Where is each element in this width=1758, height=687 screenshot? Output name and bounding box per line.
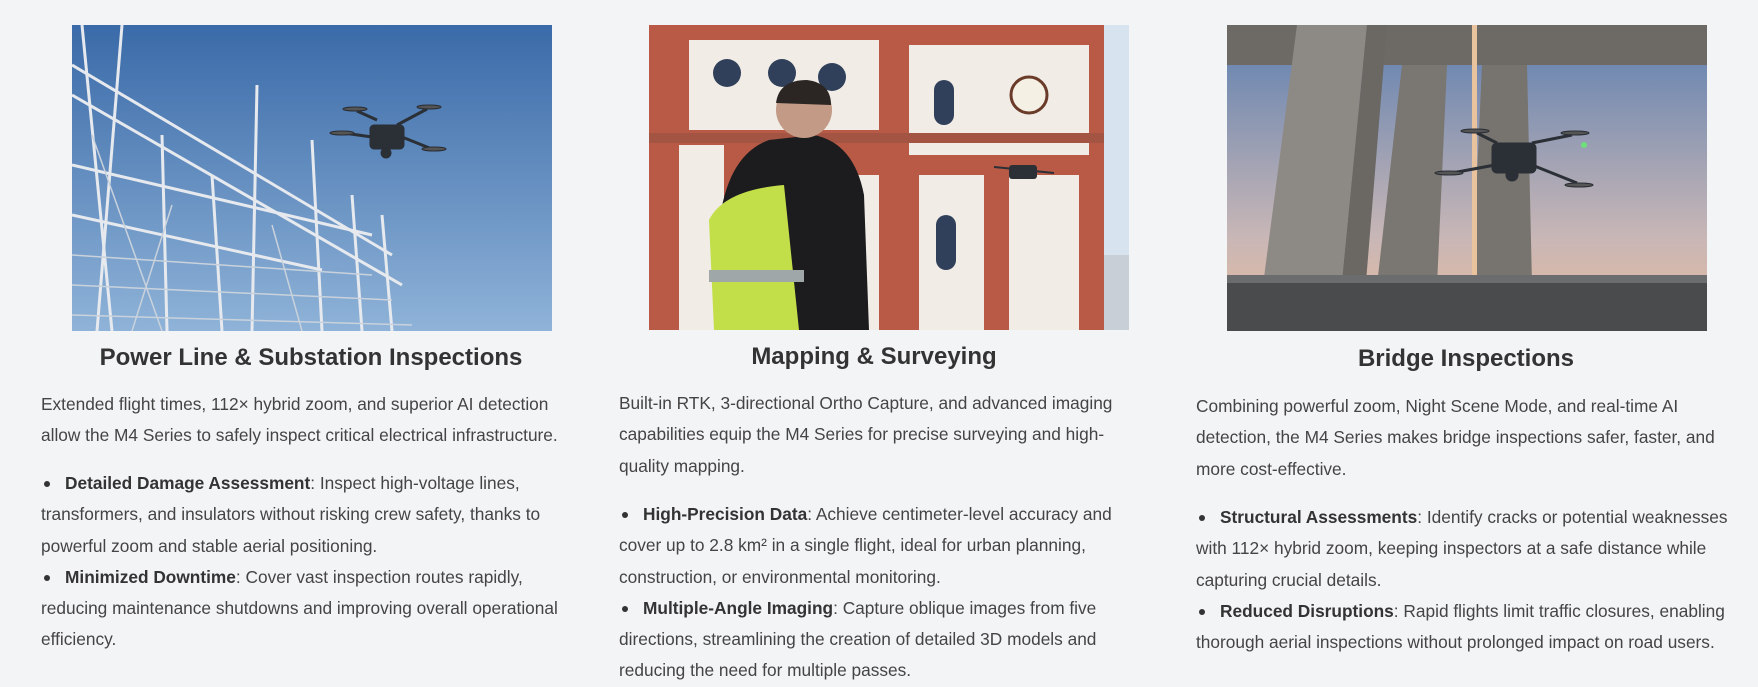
feature-label: Detailed Damage Assessment	[65, 473, 311, 493]
feature-label: Reduced Disruptions	[1220, 600, 1394, 621]
list-item: High-Precision Data: Achieve centimeter-…	[619, 499, 1129, 593]
feature-list: Structural Assessments: Identify cracks …	[1196, 502, 1736, 658]
card-description: Built-in RTK, 3-directional Ortho Captur…	[619, 393, 1113, 476]
feature-label: Multiple-Angle Imaging	[643, 597, 834, 618]
feature-label: High-Precision Data	[643, 504, 808, 524]
card-title: Bridge Inspections	[1357, 345, 1575, 372]
bridge-drone-photo	[1227, 25, 1707, 331]
mapping-surveyor-photo	[649, 25, 1129, 330]
list-item: Multiple-Angle Imaging: Capture oblique …	[619, 593, 1129, 687]
feature-list: Detailed Damage Assessment: Inspect high…	[41, 468, 581, 656]
feature-label: Structural Assessments	[1220, 507, 1418, 527]
card-title: Mapping & Surveying	[751, 343, 997, 370]
list-item: Minimized Downtime: Cover vast inspectio…	[41, 562, 581, 656]
list-item: Structural Assessments: Identify cracks …	[1196, 502, 1736, 596]
card-description: Extended flight times, 112× hybrid zoom,…	[41, 394, 558, 446]
feature-label: Minimized Downtime	[65, 566, 236, 587]
feature-list: High-Precision Data: Achieve centimeter-…	[619, 499, 1129, 687]
power-line-drone-photo	[72, 25, 552, 331]
list-item: Detailed Damage Assessment: Inspect high…	[41, 468, 581, 562]
list-item: Reduced Disruptions: Rapid flights limit…	[1196, 596, 1736, 659]
card-title: Power Line & Substation Inspections	[99, 344, 523, 371]
card-description: Combining powerful zoom, Night Scene Mod…	[1196, 396, 1715, 479]
